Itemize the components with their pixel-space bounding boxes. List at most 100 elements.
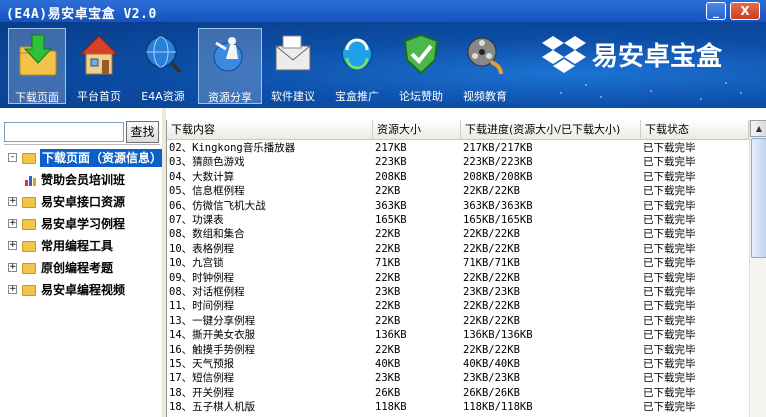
tool-label: E4A资源 xyxy=(141,90,185,103)
cell-status: 已下载完毕 xyxy=(643,214,696,226)
tool-home-page[interactable]: 平台首页 xyxy=(70,28,128,104)
tool-label: 平台首页 xyxy=(77,90,121,103)
download-folder-icon xyxy=(19,34,57,76)
table-row[interactable]: 18、开关例程 26KB 26KB/26KB 已下载完毕 xyxy=(167,386,749,400)
table-row[interactable]: 05、信息框例程 22KB 22KB/22KB 已下载完毕 xyxy=(167,184,749,198)
tool-forum-sponsor[interactable]: 论坛赞助 xyxy=(392,28,450,104)
table-row[interactable]: 06、仿微信飞机大战 363KB 363KB/363KB 已下载完毕 xyxy=(167,199,749,213)
column-header-content[interactable]: 下载内容 xyxy=(167,120,373,140)
table-row[interactable]: 02、Kingkong音乐播放器 217KB 217KB/217KB 已下载完毕 xyxy=(167,141,749,155)
expand-icon[interactable]: + xyxy=(8,263,17,272)
cell-content: 14、撕开美女衣服 xyxy=(169,329,256,342)
cell-progress: 22KB/22KB xyxy=(463,242,520,255)
tree-node[interactable]: + 易安卓接口资源 xyxy=(4,193,160,211)
cell-progress: 118KB/118KB xyxy=(463,401,533,414)
table-row[interactable]: 04、大数计算 208KB 208KB/208KB 已下载完毕 xyxy=(167,170,749,184)
column-header-size[interactable]: 资源大小 xyxy=(373,120,461,140)
table-row[interactable]: 18、五子棋人机版 118KB 118KB/118KB 已下载完毕 xyxy=(167,400,749,414)
folder-icon xyxy=(22,285,36,296)
expand-icon[interactable]: + xyxy=(8,219,17,228)
cell-size: 217KB xyxy=(375,142,407,154)
cell-size: 22KB xyxy=(375,300,401,313)
expand-icon[interactable]: + xyxy=(8,241,17,250)
cell-progress: 22KB/22KB xyxy=(463,185,520,198)
folder-icon xyxy=(22,263,36,274)
tool-label: 下载页面 xyxy=(15,91,59,104)
cell-status: 已下载完毕 xyxy=(643,386,696,399)
share-person-icon xyxy=(213,37,243,72)
tree-node[interactable]: - 下载页面（资源信息） xyxy=(4,149,165,167)
tool-label: 视频教育 xyxy=(463,90,507,103)
scroll-thumb[interactable] xyxy=(751,138,766,258)
cell-size: 118KB xyxy=(375,401,407,414)
cell-progress: 165KB/165KB xyxy=(463,214,533,226)
table-row[interactable]: 16、触摸手势例程 22KB 22KB/22KB 已下载完毕 xyxy=(167,343,749,357)
tool-resource-share[interactable]: 资源分享 xyxy=(198,28,262,104)
tree-node[interactable]: + 易安卓编程视频 xyxy=(4,281,160,299)
table-row[interactable]: 08、数组和集合 22KB 22KB/22KB 已下载完毕 xyxy=(167,227,749,241)
collapse-icon[interactable]: - xyxy=(8,153,17,162)
minimize-button[interactable]: _ xyxy=(706,2,726,20)
tree-node[interactable]: 赞助会员培训班 xyxy=(4,171,160,189)
table-row[interactable]: 07、功课表 165KB 165KB/165KB 已下载完毕 xyxy=(167,213,749,227)
cell-status: 已下载完毕 xyxy=(643,286,696,298)
expand-icon[interactable]: + xyxy=(8,197,17,206)
brand-name: 易安卓宝盒 xyxy=(592,42,723,72)
cell-progress: 22KB/22KB xyxy=(463,271,520,284)
tree-node-label: 常用编程工具 xyxy=(41,239,114,253)
folder-icon xyxy=(22,197,36,208)
cell-progress: 40KB/40KB xyxy=(463,358,520,370)
tool-download-page[interactable]: 下载页面 xyxy=(8,28,66,104)
cell-status: 已下载完毕 xyxy=(643,401,696,414)
folder-icon xyxy=(22,241,36,252)
table-row[interactable]: 10、九宫锁 71KB 71KB/71KB 已下载完毕 xyxy=(167,256,749,270)
cell-status: 已下载完毕 xyxy=(643,257,696,270)
table-row[interactable]: 03、猜颜色游戏 223KB 223KB/223KB 已下载完毕 xyxy=(167,155,749,169)
table-row[interactable]: 14、撕开美女衣服 136KB 136KB/136KB 已下载完毕 xyxy=(167,328,749,342)
tool-e4a-resources[interactable]: E4A资源 xyxy=(134,28,192,104)
table-row[interactable]: 13、一键分享例程 22KB 22KB/22KB 已下载完毕 xyxy=(167,314,749,328)
cell-content: 08、数组和集合 xyxy=(169,228,245,241)
tool-box-promotion[interactable]: 宝盒推广 xyxy=(328,28,386,104)
table-row[interactable]: 11、时间例程 22KB 22KB/22KB 已下载完毕 xyxy=(167,299,749,313)
table-row[interactable]: 09、时钟例程 22KB 22KB/22KB 已下载完毕 xyxy=(167,271,749,285)
cell-content: 03、猜颜色游戏 xyxy=(169,156,245,169)
toolbar: 下载页面 平台首页 E4A资源 资源分享 软件建议 宝盒推广 论坛赞助 视频教育… xyxy=(0,22,766,108)
cell-content: 07、功课表 xyxy=(169,214,224,226)
cell-size: 26KB xyxy=(375,386,401,399)
vertical-scrollbar[interactable]: ▲ xyxy=(749,120,766,417)
cell-status: 已下载完毕 xyxy=(643,358,696,370)
tree-node-label: 赞助会员培训班 xyxy=(41,173,126,187)
cell-progress: 22KB/22KB xyxy=(463,343,520,356)
cell-progress: 23KB/23KB xyxy=(463,286,520,298)
table-row[interactable]: 08、对话框例程 23KB 23KB/23KB 已下载完毕 xyxy=(167,285,749,299)
folder-icon xyxy=(22,153,36,164)
column-header-status[interactable]: 下载状态 xyxy=(641,120,749,140)
cell-size: 22KB xyxy=(375,271,401,284)
table-row[interactable]: 17、短信例程 23KB 23KB/23KB 已下载完毕 xyxy=(167,371,749,385)
column-header-progress[interactable]: 下载进度(资源大小/已下载大小) xyxy=(461,120,641,140)
cell-progress: 136KB/136KB xyxy=(463,329,533,342)
table-row[interactable]: 15、天气预报 40KB 40KB/40KB 已下载完毕 xyxy=(167,357,749,371)
close-button[interactable]: X xyxy=(730,2,760,20)
cell-content: 18、开关例程 xyxy=(169,386,235,399)
search-input[interactable] xyxy=(4,122,124,142)
expand-icon[interactable]: + xyxy=(8,285,17,294)
tree-node[interactable]: + 易安卓学习例程 xyxy=(4,215,160,233)
cell-content: 16、触摸手势例程 xyxy=(169,343,256,356)
tree-node[interactable]: + 常用编程工具 xyxy=(4,237,160,255)
table-row[interactable]: 10、表格例程 22KB 22KB/22KB 已下载完毕 xyxy=(167,242,749,256)
search-button[interactable]: 查找 xyxy=(126,121,159,143)
tool-label: 宝盒推广 xyxy=(335,90,379,103)
cell-progress: 22KB/22KB xyxy=(463,228,520,241)
cell-progress: 208KB/208KB xyxy=(463,170,533,183)
tree-node[interactable]: + 原创编程考题 xyxy=(4,259,160,277)
cell-status: 已下载完毕 xyxy=(643,329,696,342)
cell-content: 04、大数计算 xyxy=(169,170,235,183)
tool-software-suggestion[interactable]: 软件建议 xyxy=(264,28,322,104)
cell-status: 已下载完毕 xyxy=(643,372,696,385)
tool-video-education[interactable]: 视频教育 xyxy=(456,28,514,104)
cell-progress: 363KB/363KB xyxy=(463,199,533,212)
scroll-up-icon[interactable]: ▲ xyxy=(750,120,766,137)
cell-size: 22KB xyxy=(375,185,401,198)
